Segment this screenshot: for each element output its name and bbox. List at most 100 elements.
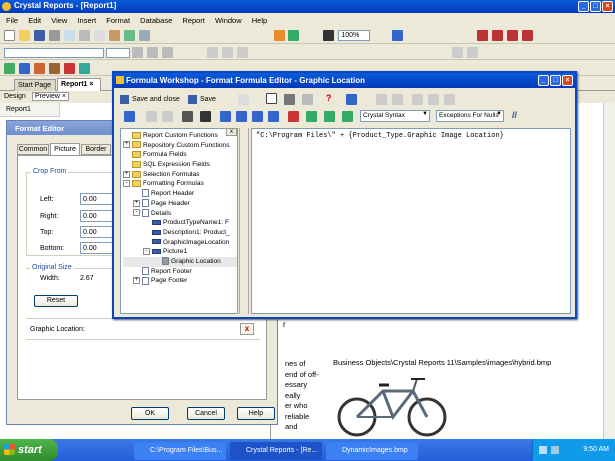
workshop-close-button[interactable]: ×: [562, 75, 573, 86]
undo-icon[interactable]: [123, 30, 135, 41]
prev-bookmark-icon[interactable]: [444, 94, 455, 105]
toggle-editor-icon[interactable]: [284, 94, 295, 105]
insert-summary-icon[interactable]: [48, 63, 60, 74]
tab-common[interactable]: Common: [17, 144, 49, 155]
tab-start-page[interactable]: Start Page: [14, 79, 56, 91]
tree-item[interactable]: + Page Footer: [123, 276, 237, 286]
cut-icon[interactable]: [78, 30, 90, 41]
expand-icon[interactable]: -: [123, 180, 130, 188]
formula-editor[interactable]: "C:\Program Files\" + {Product_Type.Grap…: [251, 128, 571, 314]
cancel-button[interactable]: Cancel: [187, 407, 225, 420]
next-page-icon[interactable]: [507, 30, 519, 41]
tree-item[interactable]: - Picture1: [123, 247, 237, 257]
find-icon[interactable]: [323, 30, 335, 41]
expand-icon[interactable]: -: [133, 209, 140, 217]
ok-button[interactable]: OK: [131, 407, 169, 420]
menu-edit[interactable]: Edit: [28, 16, 41, 25]
underline-icon[interactable]: [161, 47, 173, 58]
align-center-icon[interactable]: [221, 47, 233, 58]
expand-icon[interactable]: +: [133, 199, 140, 207]
splitter[interactable]: [239, 128, 249, 314]
workshop-minimize-button[interactable]: _: [538, 75, 549, 86]
taskbar-item-image[interactable]: DynamicImages.bmp: [326, 442, 418, 460]
taskbar-item-explorer[interactable]: C:\Program Files\Bus...: [134, 442, 226, 460]
vertical-scrollbar[interactable]: [603, 103, 615, 439]
tree-item[interactable]: - Details: [123, 208, 237, 219]
minimize-button[interactable]: _: [578, 1, 589, 12]
expand-icon[interactable]: +: [123, 170, 130, 178]
open-icon[interactable]: [18, 30, 30, 41]
currency-icon[interactable]: [451, 47, 463, 58]
first-page-icon[interactable]: [477, 30, 489, 41]
tree-item[interactable]: - Formatting Formulas: [123, 179, 237, 189]
save-icon[interactable]: [33, 30, 45, 41]
check-icon[interactable]: [124, 111, 135, 122]
print-icon[interactable]: [48, 30, 60, 41]
browse-data-icon[interactable]: [182, 111, 193, 122]
reset-button[interactable]: Reset: [34, 295, 78, 307]
font-select[interactable]: [4, 47, 104, 58]
insert-field-icon[interactable]: [4, 63, 15, 74]
tree-close-icon[interactable]: x: [226, 128, 237, 136]
null-handling-select[interactable]: Exceptions For Nulls ▼: [436, 110, 504, 122]
start-button[interactable]: start: [0, 439, 58, 461]
tree-item[interactable]: GraphicImageLocation: [123, 238, 237, 248]
expand-icon[interactable]: +: [123, 141, 130, 149]
show-functions-icon[interactable]: [324, 111, 335, 122]
menu-help[interactable]: Help: [252, 16, 267, 25]
copy-icon[interactable]: [93, 30, 105, 41]
prev-mark-icon[interactable]: [252, 111, 263, 122]
taskbar-item-crystal[interactable]: Crystal Reports - [Re...: [230, 442, 322, 460]
bold-icon[interactable]: [131, 47, 143, 58]
tab-report1[interactable]: Report1 ×: [57, 78, 101, 91]
expand-icon[interactable]: -: [143, 248, 150, 255]
new-icon[interactable]: [4, 30, 15, 41]
menu-format[interactable]: Format: [106, 16, 130, 25]
toggle-tree-icon[interactable]: [266, 93, 277, 104]
menu-database[interactable]: Database: [140, 16, 172, 25]
tree-item[interactable]: Graphic Location: [123, 256, 237, 267]
formula-text[interactable]: "C:\Program Files\" + {Product_Type.Grap…: [256, 132, 504, 140]
tree-item[interactable]: Formula Fields: [123, 150, 237, 160]
prev-page-icon[interactable]: [492, 30, 504, 41]
find-replace-icon[interactable]: [200, 111, 211, 122]
tree-item[interactable]: Report Footer: [123, 266, 237, 277]
tree-item[interactable]: ProductTypeName1: F: [123, 218, 237, 228]
show-operators-icon[interactable]: [342, 111, 353, 122]
bottom-crop-field[interactable]: 0.00: [80, 242, 116, 254]
save-and-close-button[interactable]: Save and close: [120, 93, 180, 106]
menu-window[interactable]: Window: [215, 16, 242, 25]
comment-icon[interactable]: //: [512, 110, 517, 120]
last-page-icon[interactable]: [522, 30, 534, 41]
left-crop-field[interactable]: 0.00: [80, 193, 116, 205]
help-formula-icon[interactable]: ?: [326, 93, 332, 103]
redo-formula-icon[interactable]: [392, 94, 403, 105]
menu-view[interactable]: View: [51, 16, 67, 25]
tree-item[interactable]: Description1: Product_: [123, 228, 237, 238]
insert-text-icon[interactable]: [18, 63, 30, 74]
field-explorer-icon[interactable]: [273, 30, 285, 41]
expression-editor-icon[interactable]: [346, 94, 357, 105]
expand-icon[interactable]: +: [133, 277, 140, 285]
bookmark-icon[interactable]: [412, 94, 423, 105]
syntax-select[interactable]: Crystal Syntax ▼: [360, 110, 430, 122]
align-left-icon[interactable]: [206, 47, 218, 58]
redo-icon[interactable]: [138, 30, 150, 41]
right-crop-field[interactable]: 0.00: [80, 210, 116, 222]
report-explorer-icon[interactable]: [288, 30, 300, 41]
tab-design[interactable]: Design: [4, 93, 26, 100]
tree-item[interactable]: + Page Header: [123, 199, 237, 209]
align-right-icon[interactable]: [236, 47, 248, 58]
help-icon[interactable]: [392, 30, 404, 41]
top-crop-field[interactable]: 0.00: [80, 226, 116, 238]
tab-preview[interactable]: Preview ×: [32, 92, 69, 101]
tab-border[interactable]: Border: [81, 144, 111, 155]
sort-tree-icon[interactable]: [288, 111, 299, 122]
next-mark-icon[interactable]: [236, 111, 247, 122]
insert-picture-icon[interactable]: [78, 63, 90, 74]
new-formula-icon[interactable]: [238, 94, 249, 105]
italic-icon[interactable]: [146, 47, 158, 58]
tree-item[interactable]: Report Custom Functions: [123, 131, 237, 141]
clear-marks-icon[interactable]: [268, 111, 279, 122]
save-formula-button[interactable]: Save: [188, 93, 216, 106]
